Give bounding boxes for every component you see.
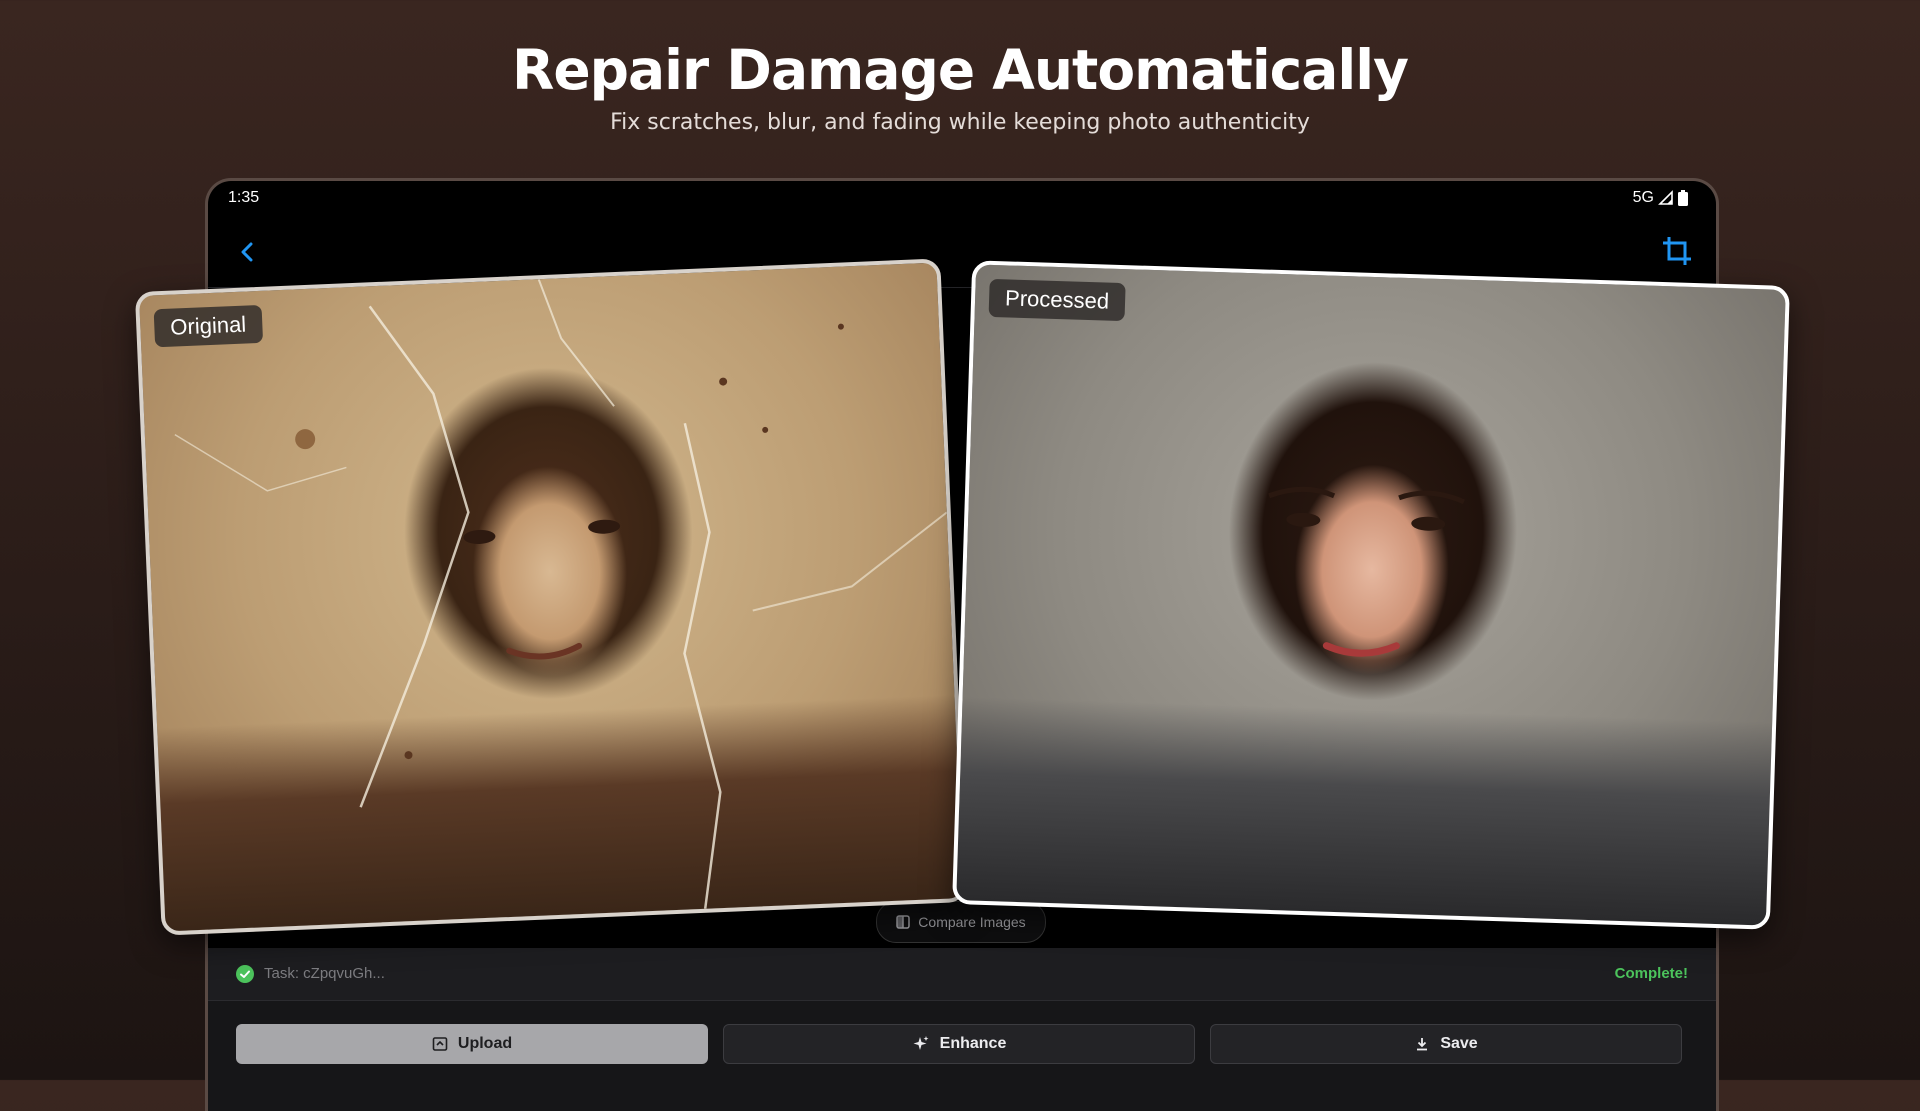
crop-icon[interactable] bbox=[1660, 234, 1694, 268]
original-photo-card[interactable]: Original bbox=[134, 258, 968, 936]
enhance-button[interactable]: Enhance bbox=[723, 1024, 1195, 1064]
task-id: Task: cZpqvuGh... bbox=[264, 965, 385, 982]
task-status: Complete! bbox=[1614, 965, 1688, 982]
compare-icon bbox=[896, 915, 911, 929]
save-button[interactable]: Save bbox=[1210, 1024, 1682, 1064]
upload-button[interactable]: Upload bbox=[236, 1024, 708, 1064]
status-indicators: 5G bbox=[1633, 189, 1688, 207]
battery-icon bbox=[1678, 190, 1688, 206]
enhance-label: Enhance bbox=[939, 1035, 1007, 1052]
signal-icon bbox=[1658, 190, 1673, 205]
processed-photo-card[interactable]: Processed bbox=[952, 260, 1790, 930]
back-icon[interactable] bbox=[232, 237, 262, 267]
network-label: 5G bbox=[1632, 189, 1654, 206]
compare-label: Compare Images bbox=[918, 914, 1026, 930]
upload-label: Upload bbox=[457, 1035, 513, 1052]
original-label: Original bbox=[153, 304, 263, 348]
status-time: 1:35 bbox=[228, 189, 260, 206]
task-status-bar: Task: cZpqvuGh... Complete! bbox=[208, 948, 1716, 1001]
upload-icon bbox=[432, 1037, 448, 1051]
download-icon bbox=[1417, 1038, 1428, 1051]
processed-label: Processed bbox=[988, 278, 1126, 322]
hero-subtitle: Fix scratches, blur, and fading while ke… bbox=[610, 110, 1310, 135]
compare-images-button[interactable]: Compare Images bbox=[876, 901, 1046, 943]
check-circle-icon bbox=[236, 965, 254, 983]
hero-title: Repair Damage Automatically bbox=[512, 38, 1409, 102]
sparkle-icon bbox=[913, 1036, 929, 1050]
original-photo bbox=[174, 278, 948, 909]
processed-photo bbox=[1268, 486, 1465, 657]
action-bar: Upload Enhance Save bbox=[208, 1001, 1716, 1111]
save-label: Save bbox=[1440, 1035, 1478, 1052]
